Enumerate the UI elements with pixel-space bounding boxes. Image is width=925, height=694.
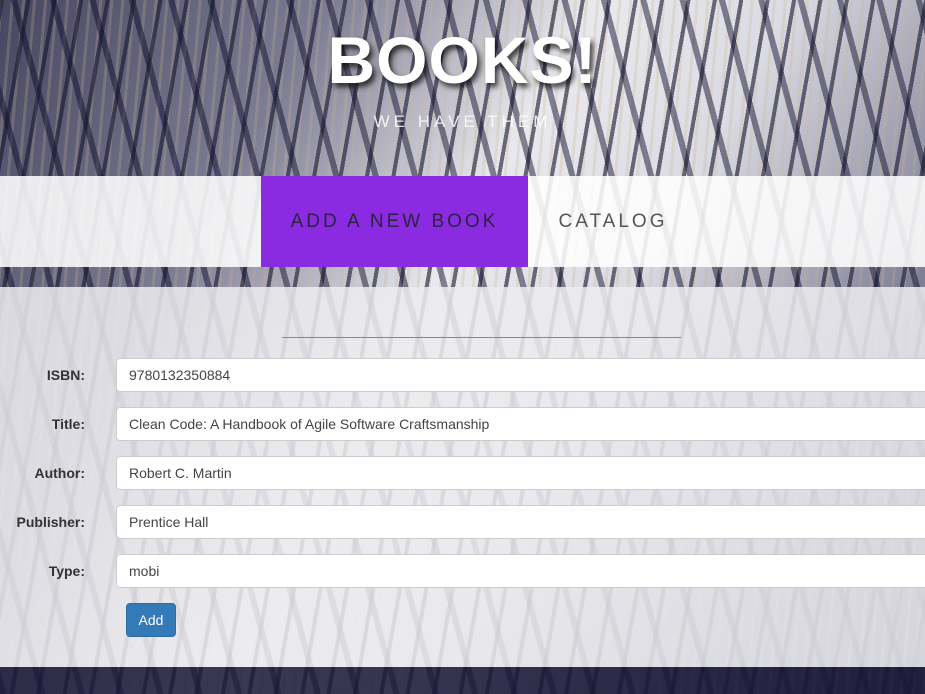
type-row: Type: mobi	[0, 554, 925, 588]
main-navbar: ADD A NEW BOOK CATALOG	[0, 176, 925, 267]
divider	[282, 337, 681, 338]
publisher-row: Publisher: Prentice Hall	[0, 505, 925, 539]
isbn-input[interactable]: 9780132350884	[116, 358, 925, 392]
title-row: Title: Clean Code: A Handbook of Agile S…	[0, 407, 925, 441]
title-label: Title:	[51, 416, 85, 432]
isbn-label: ISBN:	[46, 367, 85, 383]
isbn-row: ISBN: 9780132350884	[0, 358, 925, 392]
add-button[interactable]: Add	[126, 603, 176, 637]
site-title: BOOKS!	[327, 23, 598, 97]
publisher-label: Publisher:	[16, 514, 85, 530]
add-book-form-panel: ISBN: 9780132350884 Title: Clean Code: A…	[0, 287, 925, 667]
publisher-input[interactable]: Prentice Hall	[116, 505, 925, 539]
type-label: Type:	[48, 563, 85, 579]
hero-header: BOOKS! WE HAVE THEM	[0, 0, 925, 176]
nav-add-new-book[interactable]: ADD A NEW BOOK	[261, 176, 528, 267]
site-subtitle: WE HAVE THEM	[373, 112, 552, 131]
header-gap	[0, 267, 925, 287]
nav-catalog[interactable]: CATALOG	[528, 176, 698, 267]
type-input[interactable]: mobi	[116, 554, 925, 588]
author-row: Author: Robert C. Martin	[0, 456, 925, 490]
title-input[interactable]: Clean Code: A Handbook of Agile Software…	[116, 407, 925, 441]
footer-strip	[0, 667, 925, 694]
author-label: Author:	[34, 465, 85, 481]
author-input[interactable]: Robert C. Martin	[116, 456, 925, 490]
page-body: { "header": { "title": "BOOKS!", "subtit…	[0, 0, 925, 694]
